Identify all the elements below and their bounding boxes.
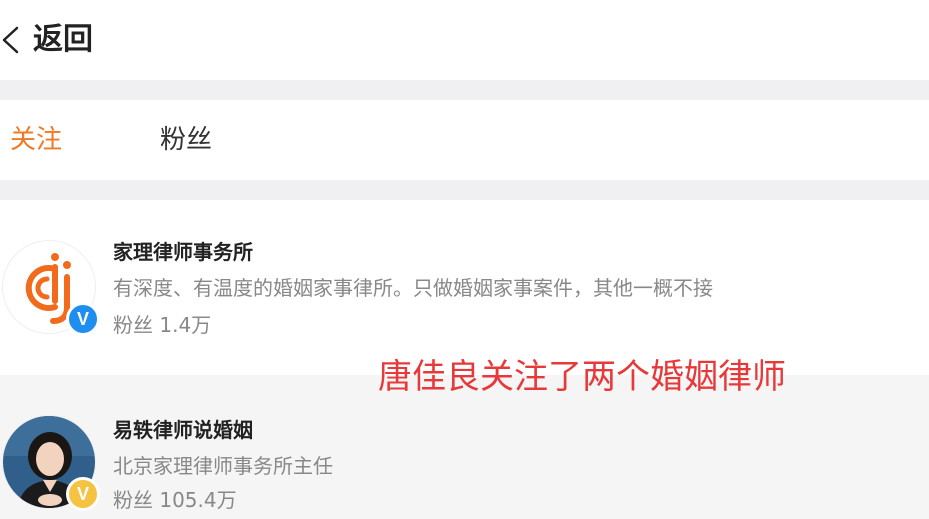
back-button[interactable]: 返回 — [33, 20, 93, 60]
divider — [0, 80, 929, 100]
verified-badge-icon: V — [66, 477, 100, 511]
avatar[interactable]: V — [2, 415, 100, 511]
user-description: 北京家理律师事务所主任 — [113, 454, 333, 478]
fans-count: 粉丝 105.4万 — [113, 488, 237, 512]
tab-following[interactable]: 关注 — [10, 122, 62, 158]
tab-fans[interactable]: 粉丝 — [160, 122, 212, 158]
tab-bar: 关注 粉丝 — [0, 100, 929, 180]
verified-badge-label: V — [76, 308, 89, 329]
verified-badge-label: V — [76, 483, 89, 504]
annotation-text: 唐佳良关注了两个婚姻律师 — [378, 357, 786, 397]
list-item[interactable]: V 家理律师事务所 有深度、有温度的婚姻家事律所。只做婚姻家事案件，其他一概不接… — [0, 200, 929, 375]
user-description: 有深度、有温度的婚姻家事律所。只做婚姻家事案件，其他一概不接 — [113, 276, 713, 300]
user-name[interactable]: 易轶律师说婚姻 — [113, 416, 253, 444]
top-bar: 返回 — [0, 0, 929, 80]
back-chevron-icon[interactable] — [0, 25, 22, 55]
fans-count: 粉丝 1.4万 — [113, 313, 212, 337]
avatar[interactable]: V — [2, 240, 100, 336]
user-name[interactable]: 家理律师事务所 — [113, 238, 253, 266]
verified-badge-icon: V — [66, 302, 100, 336]
divider — [0, 180, 929, 200]
